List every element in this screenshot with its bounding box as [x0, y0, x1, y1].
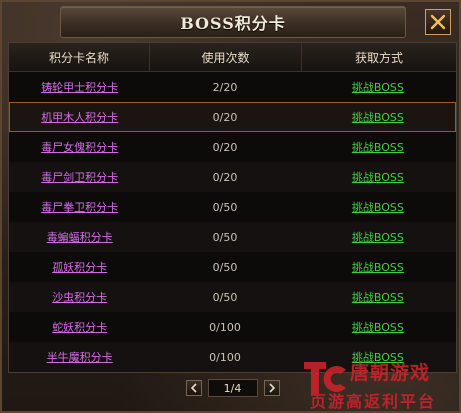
use-count-cell: 0/20	[212, 140, 238, 154]
table-header: 积分卡名称 使用次数 获取方式	[9, 43, 456, 72]
table-row[interactable]: 机甲木人积分卡 0/20 挑战BOSS	[9, 102, 456, 132]
use-count-cell: 0/100	[209, 350, 241, 364]
card-name-cell: 毒尸剑卫积分卡	[10, 169, 149, 185]
card-name-link[interactable]: 毒蝙蝠积分卡	[47, 231, 113, 244]
card-name-cell: 蛇妖积分卡	[10, 319, 149, 335]
dialog-frame: BOSS积分卡 积分卡名称 使用次数 获取方式 铸轮甲士积分卡 2/20 挑战BOS…	[0, 0, 461, 413]
card-name-link[interactable]: 沙虫积分卡	[52, 291, 107, 304]
card-name-link[interactable]: 毒尸女傀积分卡	[41, 141, 118, 154]
card-name-cell: 铸轮甲士积分卡	[10, 79, 149, 95]
card-name-link[interactable]: 毒尸拳卫积分卡	[41, 201, 118, 214]
obtain-method-cell: 挑战BOSS	[301, 199, 455, 215]
card-name-cell: 毒尸拳卫积分卡	[10, 199, 149, 215]
obtain-method-cell: 挑战BOSS	[301, 259, 455, 275]
challenge-boss-link[interactable]: 挑战BOSS	[352, 171, 404, 184]
card-name-link[interactable]: 机甲木人积分卡	[41, 111, 118, 124]
use-count-cell: 2/20	[212, 80, 238, 94]
table-row[interactable]: 毒蝙蝠积分卡 0/50 挑战BOSS	[9, 222, 456, 252]
use-count-cell: 0/50	[212, 260, 238, 274]
header-card-name: 积分卡名称	[48, 50, 109, 65]
prev-page-button[interactable]	[185, 380, 202, 396]
card-name-link[interactable]: 蛇妖积分卡	[52, 321, 107, 334]
challenge-boss-link[interactable]: 挑战BOSS	[352, 81, 404, 94]
table-row[interactable]: 毒尸剑卫积分卡 0/20 挑战BOSS	[9, 162, 456, 192]
obtain-method-cell: 挑战BOSS	[301, 319, 455, 335]
challenge-boss-link[interactable]: 挑战BOSS	[352, 291, 404, 304]
card-name-cell: 半牛魔积分卡	[10, 349, 149, 365]
obtain-method-cell: 挑战BOSS	[301, 169, 455, 185]
dialog-title: BOSS积分卡	[180, 14, 286, 33]
use-count-cell: 0/20	[212, 170, 238, 184]
close-x-icon	[430, 14, 446, 30]
obtain-method-cell: 挑战BOSS	[301, 229, 455, 245]
table-row[interactable]: 孤妖积分卡 0/50 挑战BOSS	[9, 252, 456, 282]
score-card-table: 积分卡名称 使用次数 获取方式 铸轮甲士积分卡 2/20 挑战BOSS 机甲木人积分卡…	[8, 42, 457, 373]
title-bar: BOSS积分卡	[60, 6, 406, 38]
chevron-left-icon	[190, 383, 197, 393]
card-name-link[interactable]: 铸轮甲士积分卡	[41, 81, 118, 94]
challenge-boss-link[interactable]: 挑战BOSS	[352, 321, 404, 334]
card-name-cell: 沙虫积分卡	[10, 289, 149, 305]
obtain-method-cell: 挑战BOSS	[301, 139, 455, 155]
table-body: 铸轮甲士积分卡 2/20 挑战BOSS 机甲木人积分卡 0/20 挑战BOSS 毒尸女傀积分…	[9, 72, 456, 372]
challenge-boss-link[interactable]: 挑战BOSS	[352, 231, 404, 244]
table-row[interactable]: 铸轮甲士积分卡 2/20 挑战BOSS	[9, 72, 456, 102]
table-row[interactable]: 沙虫积分卡 0/50 挑战BOSS	[9, 282, 456, 312]
header-use-count: 使用次数	[149, 43, 301, 71]
challenge-boss-link[interactable]: 挑战BOSS	[352, 261, 404, 274]
table-row[interactable]: 蛇妖积分卡 0/100 挑战BOSS	[9, 312, 456, 342]
challenge-boss-link[interactable]: 挑战BOSS	[352, 201, 404, 214]
card-name-link[interactable]: 孤妖积分卡	[52, 261, 107, 274]
chevron-right-icon	[268, 383, 275, 393]
obtain-method-cell: 挑战BOSS	[301, 289, 455, 305]
card-name-cell: 机甲木人积分卡	[10, 109, 149, 125]
watermark-slogan: 页游高返利平台	[310, 392, 437, 411]
obtain-method-cell: 挑战BOSS	[301, 109, 455, 125]
obtain-method-cell: 挑战BOSS	[301, 79, 455, 95]
watermark-brand: 唐朝游戏	[350, 362, 431, 384]
card-name-cell: 孤妖积分卡	[10, 259, 149, 275]
use-count-cell: 0/50	[212, 230, 238, 244]
card-name-cell: 毒尸女傀积分卡	[10, 139, 149, 155]
close-button[interactable]	[425, 9, 451, 35]
use-count-cell: 0/100	[209, 320, 241, 334]
site-watermark: 唐朝游戏 页游高返利平台	[302, 358, 461, 412]
next-page-button[interactable]	[263, 380, 280, 396]
header-obtain-method: 获取方式	[301, 43, 456, 71]
use-count-cell: 0/20	[212, 110, 238, 124]
table-row[interactable]: 毒尸女傀积分卡 0/20 挑战BOSS	[9, 132, 456, 162]
card-name-link[interactable]: 毒尸剑卫积分卡	[41, 171, 118, 184]
challenge-boss-link[interactable]: 挑战BOSS	[352, 141, 404, 154]
use-count-cell: 0/50	[212, 290, 238, 304]
card-name-link[interactable]: 半牛魔积分卡	[47, 351, 113, 364]
card-name-cell: 毒蝙蝠积分卡	[10, 229, 149, 245]
page-indicator: 1/4	[207, 379, 258, 397]
challenge-boss-link[interactable]: 挑战BOSS	[352, 111, 404, 124]
table-row[interactable]: 毒尸拳卫积分卡 0/50 挑战BOSS	[9, 192, 456, 222]
use-count-cell: 0/50	[212, 200, 238, 214]
